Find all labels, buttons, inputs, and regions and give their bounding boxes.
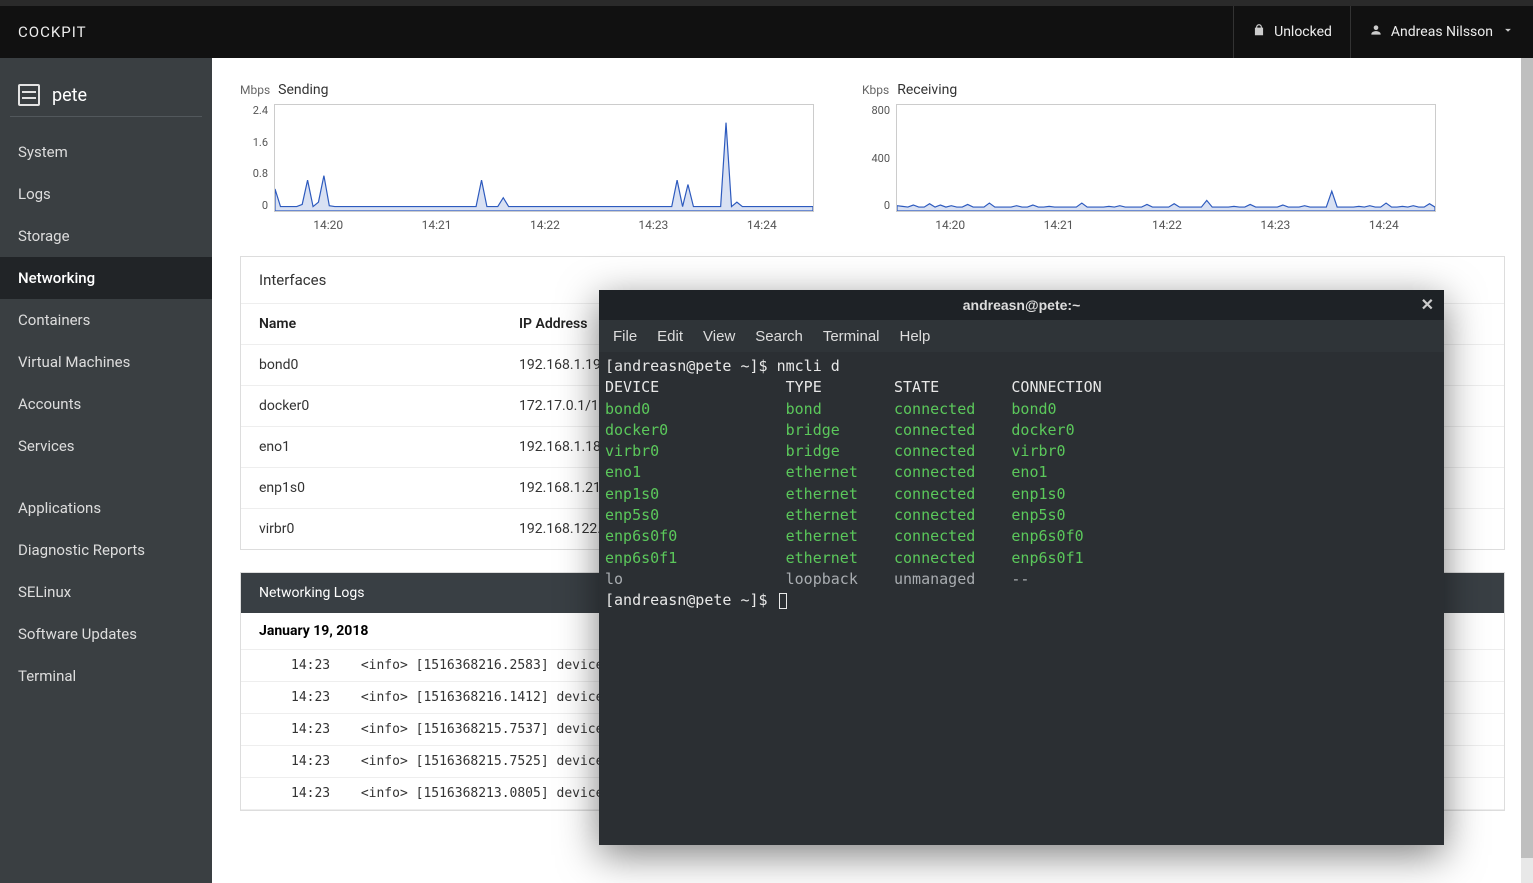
topbar: COCKPIT Unlocked Andreas Nilsson	[0, 0, 1533, 58]
sidebar-item-applications[interactable]: Applications	[0, 487, 212, 529]
sidebar-item-containers[interactable]: Containers	[0, 299, 212, 341]
sidebar: pete SystemLogsStorageNetworkingContaine…	[0, 58, 212, 883]
charts-row: Mbps Sending 2.41.60.80 14:2014:2114:221…	[240, 82, 1505, 232]
chart-x-axis: 14:2014:2114:2214:2314:24	[240, 218, 816, 232]
host-switcher[interactable]: pete	[10, 74, 202, 117]
iface-name: docker0	[241, 386, 501, 427]
chevron-down-icon	[1501, 23, 1515, 41]
terminal-menu-help[interactable]: Help	[900, 328, 931, 345]
close-icon[interactable]: ✕	[1421, 295, 1434, 315]
sidebar-item-system[interactable]: System	[0, 131, 212, 173]
sidebar-item-terminal[interactable]: Terminal	[0, 655, 212, 697]
sidebar-item-accounts[interactable]: Accounts	[0, 383, 212, 425]
terminal-menu-file[interactable]: File	[613, 328, 637, 345]
user-menu[interactable]: Andreas Nilsson	[1351, 6, 1533, 58]
terminal-title: andreasn@pete:~	[963, 297, 1081, 313]
sidebar-item-selinux[interactable]: SELinux	[0, 571, 212, 613]
iface-name: bond0	[241, 345, 501, 386]
scrollbar[interactable]	[1521, 58, 1533, 883]
chart-unit: Kbps	[862, 83, 889, 97]
iface-name: virbr0	[241, 509, 501, 550]
chart-title-label: Receiving	[897, 82, 957, 98]
sidebar-item-services[interactable]: Services	[0, 425, 212, 467]
brand-label: COCKPIT	[0, 23, 87, 41]
user-icon	[1369, 23, 1383, 41]
server-icon	[18, 84, 40, 106]
chart-x-axis: 14:2014:2114:2214:2314:24	[862, 218, 1438, 232]
sidebar-item-software-updates[interactable]: Software Updates	[0, 613, 212, 655]
sidebar-item-virtual-machines[interactable]: Virtual Machines	[0, 341, 212, 383]
lock-label: Unlocked	[1274, 24, 1332, 40]
chart-sending: Mbps Sending 2.41.60.80 14:2014:2114:221…	[240, 82, 816, 232]
lock-status[interactable]: Unlocked	[1234, 6, 1350, 58]
iface-name: eno1	[241, 427, 501, 468]
sidebar-item-diagnostic-reports[interactable]: Diagnostic Reports	[0, 529, 212, 571]
terminal-menu-search[interactable]: Search	[755, 328, 803, 345]
user-name: Andreas Nilsson	[1391, 24, 1493, 40]
sidebar-item-storage[interactable]: Storage	[0, 215, 212, 257]
lock-icon	[1252, 23, 1266, 41]
iface-name: enp1s0	[241, 468, 501, 509]
sidebar-item-logs[interactable]: Logs	[0, 173, 212, 215]
host-name: pete	[52, 85, 87, 106]
terminal-menu-view[interactable]: View	[703, 328, 735, 345]
terminal-window[interactable]: andreasn@pete:~ ✕ File Edit View Search Term…	[599, 290, 1444, 845]
chart-y-axis: 2.41.60.80	[240, 104, 274, 212]
terminal-menubar: File Edit View Search Terminal Help	[599, 320, 1444, 352]
chart-title-label: Sending	[278, 82, 328, 98]
chart-receiving: Kbps Receiving 8004000 14:2014:2114:2214…	[862, 82, 1438, 232]
sidebar-item-networking[interactable]: Networking	[0, 257, 212, 299]
terminal-menu-terminal[interactable]: Terminal	[823, 328, 880, 345]
terminal-titlebar[interactable]: andreasn@pete:~ ✕	[599, 290, 1444, 320]
terminal-menu-edit[interactable]: Edit	[657, 328, 683, 345]
chart-y-axis: 8004000	[862, 104, 896, 212]
chart-unit: Mbps	[240, 83, 270, 97]
terminal-body[interactable]: [andreasn@pete ~]$ nmcli d DEVICE TYPE S…	[599, 352, 1444, 845]
col-name: Name	[241, 304, 501, 345]
